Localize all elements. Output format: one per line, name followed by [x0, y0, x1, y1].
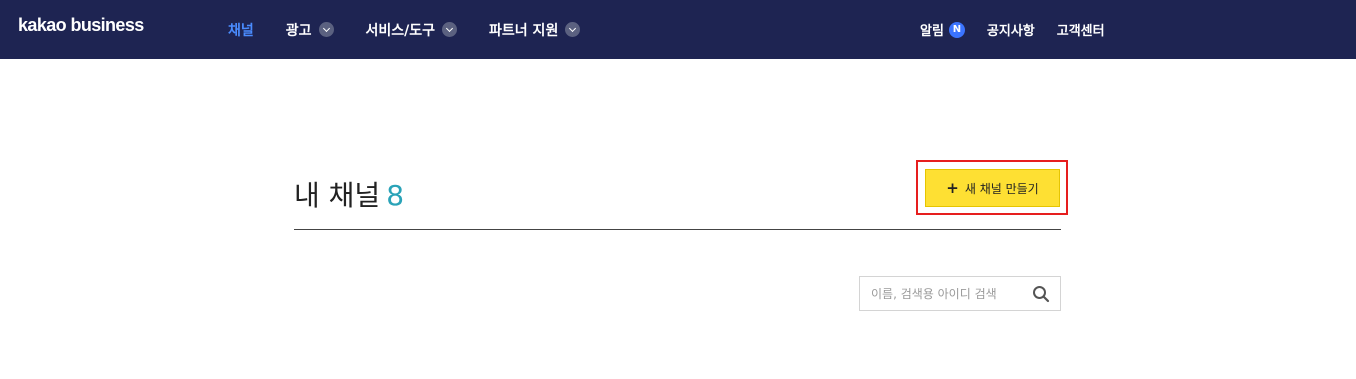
create-channel-button[interactable]: + 새 채널 만들기 [925, 169, 1060, 207]
kakao-business-logo[interactable]: kakao business [18, 15, 144, 36]
search-input[interactable] [871, 278, 1031, 309]
chevron-down-icon [565, 22, 581, 37]
notice-link[interactable]: 공지사항 [987, 20, 1035, 39]
chevron-down-icon [318, 22, 334, 37]
plus-icon: + [946, 178, 959, 197]
menu-item-label: 광고 [285, 22, 312, 39]
alerts-link[interactable]: 알림 N [920, 20, 965, 39]
page-title-label: 내 채널 [294, 179, 381, 212]
chevron-down-icon [442, 22, 458, 37]
channel-count: 8 [386, 179, 405, 212]
menu-item-ads[interactable]: 광고 [286, 20, 334, 40]
page-title: 내 채널 8 [294, 174, 404, 214]
alerts-label: 알림 [920, 24, 944, 39]
top-navigation-bar: kakao business 채널 광고 서비스/도구 파트너 지원 알림 N … [0, 0, 1356, 59]
menu-item-services-tools[interactable]: 서비스/도구 [366, 20, 458, 40]
menu-item-label: 서비스/도구 [365, 22, 436, 39]
menu-item-channel[interactable]: 채널 [228, 20, 254, 40]
utility-links: 알림 N 공지사항 고객센터 [920, 0, 1127, 59]
channel-search-box [859, 276, 1061, 311]
search-icon[interactable] [1032, 285, 1050, 303]
new-badge: N [948, 21, 965, 38]
customer-center-link[interactable]: 고객센터 [1057, 20, 1105, 39]
menu-item-partner-support[interactable]: 파트너 지원 [489, 20, 581, 40]
create-button-highlight: + 새 채널 만들기 [916, 160, 1068, 215]
main-menu: 채널 광고 서비스/도구 파트너 지원 [228, 0, 612, 59]
title-divider [294, 229, 1061, 230]
menu-item-label: 채널 [228, 22, 254, 39]
create-channel-label: 새 채널 만들기 [964, 181, 1039, 196]
menu-item-label: 파트너 지원 [489, 22, 559, 39]
